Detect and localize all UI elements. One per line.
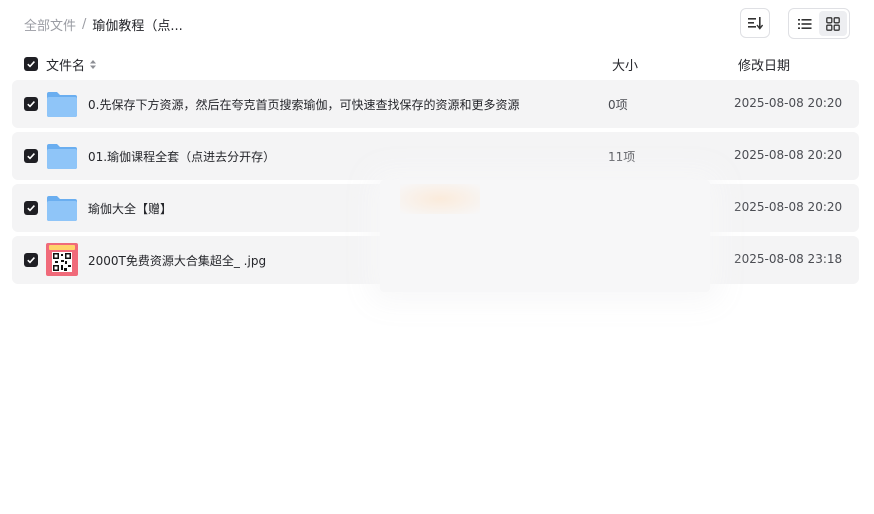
- image-thumbnail-icon: [46, 243, 78, 276]
- table-row[interactable]: 01.瑜伽课程全套（点进去分开存） 11项 2025-08-08 20:20: [12, 132, 859, 180]
- row-checkbox[interactable]: [24, 149, 38, 163]
- file-date: 2025-08-08 20:20: [734, 96, 843, 110]
- column-header-date[interactable]: 修改日期: [738, 55, 790, 74]
- file-date: 2025-08-08 20:20: [734, 148, 843, 162]
- column-header-name[interactable]: 文件名: [46, 55, 97, 74]
- file-name[interactable]: 瑜伽大全【赠】: [88, 200, 172, 217]
- check-icon: [27, 101, 35, 108]
- list-view-button[interactable]: [791, 11, 819, 36]
- file-size: 11项: [608, 150, 636, 164]
- breadcrumb-root[interactable]: 全部文件: [24, 15, 76, 34]
- list-view-icon: [798, 18, 812, 29]
- file-size: 0项: [608, 98, 628, 112]
- file-name[interactable]: 2000T免费资源大合集超全_ .jpg: [88, 252, 266, 269]
- check-icon: [27, 61, 35, 68]
- blurred-popup-overlay: [380, 180, 710, 292]
- table-row[interactable]: 0.先保存下方资源，然后在夸克首页搜索瑜伽，可快速查找保存的资源和更多资源 0项…: [12, 80, 859, 128]
- file-name[interactable]: 01.瑜伽课程全套（点进去分开存）: [88, 148, 275, 165]
- sort-icon: [748, 17, 763, 30]
- grid-view-button[interactable]: [819, 11, 847, 36]
- sort-arrows-icon: [89, 59, 97, 70]
- row-checkbox[interactable]: [24, 97, 38, 111]
- file-name[interactable]: 0.先保存下方资源，然后在夸克首页搜索瑜伽，可快速查找保存的资源和更多资源: [88, 96, 519, 113]
- grid-view-icon: [826, 16, 840, 31]
- check-icon: [27, 257, 35, 264]
- file-date: 2025-08-08 23:18: [734, 252, 843, 266]
- select-all-checkbox[interactable]: [24, 57, 38, 71]
- breadcrumb-current: 瑜伽教程（点...: [92, 18, 183, 34]
- view-toggle: [788, 8, 850, 39]
- folder-icon: [47, 92, 77, 117]
- row-checkbox[interactable]: [24, 253, 38, 267]
- column-header-size[interactable]: 大小: [612, 55, 638, 74]
- breadcrumb: 全部文件 / 瑜伽教程（点...: [24, 14, 183, 34]
- column-header-name-label: 文件名: [46, 59, 86, 74]
- file-browser: 全部文件 / 瑜伽教程（点... 文件名 大小 修改日期 0.先保存下方资源，然…: [0, 0, 874, 514]
- row-checkbox[interactable]: [24, 201, 38, 215]
- folder-icon: [47, 144, 77, 169]
- check-icon: [27, 153, 35, 160]
- folder-icon: [47, 196, 77, 221]
- table-header: 文件名 大小 修改日期: [12, 52, 859, 76]
- check-icon: [27, 205, 35, 212]
- breadcrumb-separator: /: [82, 16, 87, 32]
- sort-button[interactable]: [740, 8, 770, 38]
- file-date: 2025-08-08 20:20: [734, 200, 843, 214]
